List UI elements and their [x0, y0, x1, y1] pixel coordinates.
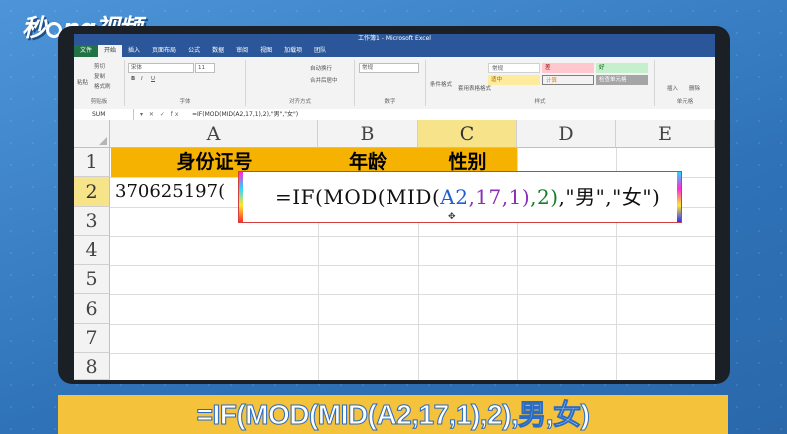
row-header-2[interactable]: 2	[74, 177, 110, 207]
tab-team[interactable]: 团队	[308, 45, 332, 57]
clipboard-group-label: 剪贴板	[90, 99, 108, 105]
insert-cells-button[interactable]: 插入	[667, 84, 678, 92]
formula-ref-a2: A2	[440, 185, 469, 209]
editor-left-edge	[239, 172, 243, 222]
row-header-5[interactable]: 5	[74, 265, 110, 294]
caption-text: =IF(MOD(MID(A2,17,1),2),男,女)	[196, 399, 590, 431]
row-header-4[interactable]: 4	[74, 236, 110, 265]
group-clipboard: 粘贴 剪切 复制 格式刷 剪贴板	[74, 60, 125, 106]
row-header-7[interactable]: 7	[74, 324, 110, 353]
column-header-c[interactable]: C	[418, 120, 517, 148]
font-size-value: 11	[198, 65, 205, 71]
conditional-format-button[interactable]: 条件格式	[430, 80, 452, 88]
tab-view[interactable]: 视图	[254, 45, 278, 57]
formula-part-results: ,"男","女")	[558, 185, 661, 209]
worksheet-grid: A B C D E 1 2 3 4 5 6 7 8 身份证号 年龄 性别 370…	[74, 120, 715, 380]
style-neutral[interactable]: 适中	[488, 75, 540, 85]
group-number: 常规 数字	[355, 60, 426, 106]
font-group-label: 字体	[179, 99, 191, 105]
tab-home[interactable]: 开始	[98, 45, 123, 57]
name-box[interactable]: SUM	[74, 109, 134, 120]
column-header-a[interactable]: A	[110, 120, 318, 148]
ribbon-tabs: 文件 开始 插入 页面布局 公式 数据 审阅 视图 加载项 团队	[74, 44, 715, 57]
style-check-cell[interactable]: 检查单元格	[596, 75, 648, 85]
font-size-select[interactable]: 11	[195, 63, 215, 73]
formula-part-mid-args: ,17,1)	[468, 185, 531, 209]
row-header-6[interactable]: 6	[74, 294, 110, 324]
underline-button[interactable]: U	[151, 76, 155, 82]
column-header-b[interactable]: B	[318, 120, 418, 148]
delete-cells-button[interactable]: 删除	[689, 84, 700, 92]
editor-right-edge	[677, 172, 681, 222]
number-format-value: 常规	[362, 65, 374, 71]
group-alignment: 自动换行 合并后居中 对齐方式	[246, 60, 355, 106]
bold-button[interactable]: B	[131, 76, 135, 82]
formula-part-if: =IF(MOD(MID(	[275, 185, 441, 209]
window-title: 工作簿1 - Microsoft Excel	[74, 34, 715, 44]
tab-insert[interactable]: 插入	[122, 45, 146, 57]
group-cells: 插入 删除 单元格	[655, 60, 715, 106]
gridline	[110, 324, 715, 325]
select-all-corner[interactable]	[74, 120, 110, 148]
tab-page-layout[interactable]: 页面布局	[146, 45, 182, 57]
caption-banner: =IF(MOD(MID(A2,17,1),2),男,女)	[58, 395, 728, 434]
font-name-select[interactable]: 宋体	[128, 63, 194, 73]
gridline	[110, 294, 715, 295]
style-good[interactable]: 好	[596, 63, 648, 73]
row-header-3[interactable]: 3	[74, 207, 110, 236]
tab-data[interactable]: 数据	[206, 45, 230, 57]
format-as-table-button[interactable]: 套用表格格式	[458, 84, 491, 92]
tab-addins[interactable]: 加载项	[278, 45, 308, 57]
formula-bar-icons[interactable]: ▾ ✕ ✓ fx	[140, 109, 180, 120]
paste-button[interactable]: 粘贴	[77, 78, 88, 86]
tab-formulas[interactable]: 公式	[182, 45, 206, 57]
format-painter-button[interactable]: 格式刷	[94, 82, 111, 90]
cell-c2-editor[interactable]: =IF(MOD(MID(A2,17,1),2),"男","女") ✥	[238, 171, 682, 223]
group-styles: 条件格式 套用表格格式 常规 差 好 适中 计算 检查单元格 样式	[426, 60, 655, 106]
font-name-value: 宋体	[131, 65, 143, 71]
row-header-1[interactable]: 1	[74, 148, 110, 177]
wrap-text-button[interactable]: 自动换行	[310, 64, 332, 72]
formula-input[interactable]: =IF(MOD(MID(A2,17,1),2),"男","女")	[192, 109, 298, 120]
cell-a2[interactable]: 370625197(	[115, 179, 225, 205]
gridline	[110, 353, 715, 354]
alignment-group-label: 对齐方式	[288, 99, 311, 105]
number-format-select[interactable]: 常规	[359, 63, 419, 73]
copy-button[interactable]: 复制	[94, 72, 105, 80]
tab-file[interactable]: 文件	[74, 45, 99, 57]
gridline	[110, 265, 715, 266]
group-font: 宋体 11 B I U 字体	[125, 60, 246, 106]
cut-button[interactable]: 剪切	[94, 62, 105, 70]
column-header-d[interactable]: D	[517, 120, 616, 148]
number-group-label: 数字	[384, 99, 396, 105]
style-calculation[interactable]: 计算	[542, 75, 594, 85]
ribbon: 粘贴 剪切 复制 格式刷 剪贴板 宋体 11 B I U 字体 自动换行 合并后…	[74, 57, 715, 110]
gridline	[110, 236, 715, 237]
formula-part-mod-args: ,2)	[530, 185, 559, 209]
italic-button[interactable]: I	[141, 76, 143, 82]
logo-text-a: 秒	[22, 14, 46, 42]
cells-group-label: 单元格	[676, 99, 694, 105]
column-header-e[interactable]: E	[616, 120, 715, 148]
style-bad[interactable]: 差	[542, 63, 594, 73]
styles-group-label: 样式	[534, 99, 546, 105]
cell-formula-text[interactable]: =IF(MOD(MID(A2,17,1),2),"男","女")	[275, 181, 660, 210]
mouse-cursor-icon: ✥	[448, 212, 456, 222]
row-header-8[interactable]: 8	[74, 353, 110, 380]
style-normal[interactable]: 常规	[488, 63, 540, 73]
tab-review[interactable]: 审阅	[230, 45, 254, 57]
merge-center-button[interactable]: 合并后居中	[310, 76, 338, 84]
